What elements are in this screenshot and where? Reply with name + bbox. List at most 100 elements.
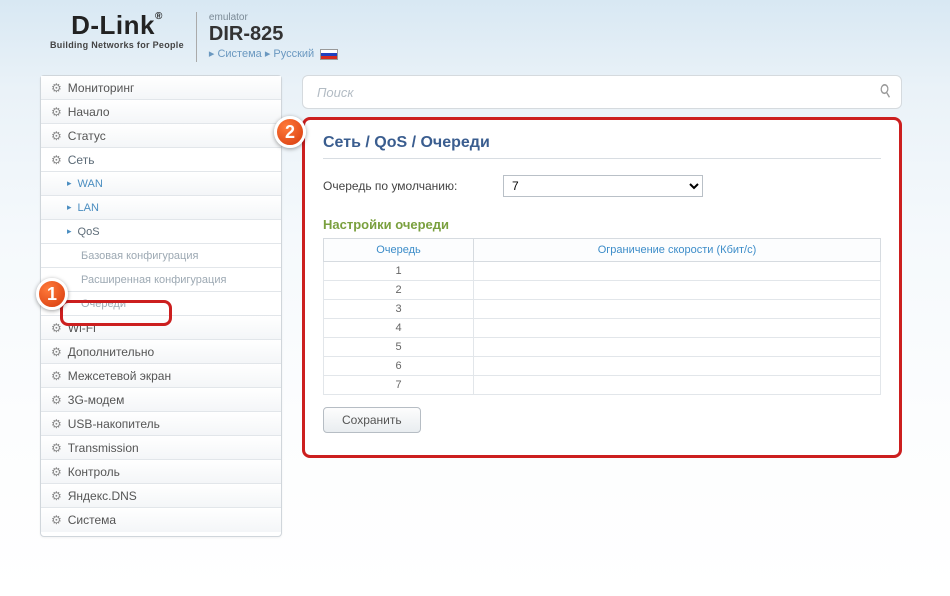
section-title: Настройки очереди [323, 217, 881, 232]
gear-icon: ⚙ [51, 417, 62, 431]
crumb-system[interactable]: Система [217, 48, 261, 60]
sidebar-item-система[interactable]: ⚙ Система [41, 508, 281, 532]
sidebar-item-label: Transmission [68, 441, 139, 455]
gear-icon: ⚙ [51, 513, 62, 527]
gear-icon: ⚙ [51, 489, 62, 503]
sidebar-item-label: Расширенная конфигурация [81, 274, 226, 286]
cell-queue: 4 [324, 319, 474, 338]
chevron-right-icon: ▸ [67, 226, 72, 237]
flag-russia-icon [320, 49, 338, 60]
header: D-Link® Building Networks for People emu… [0, 0, 950, 75]
sidebar-item-мониторинг[interactable]: ⚙ Мониторинг [41, 76, 281, 100]
cell-limit [474, 262, 881, 281]
sidebar-item-label: WAN [78, 178, 103, 190]
sidebar-item-qos[interactable]: ▸ QoS [41, 220, 281, 244]
gear-icon: ⚙ [51, 441, 62, 455]
col-limit: Ограничение скорости (Кбит/с) [474, 239, 881, 262]
sidebar-item-label: Система [68, 513, 116, 527]
sidebar-item-wi-fi[interactable]: ⚙ Wi-Fi [41, 316, 281, 340]
header-crumbs: ▸Система ▸Русский [209, 47, 338, 60]
sidebar-item-очереди[interactable]: Очереди [41, 292, 281, 316]
sidebar-item-transmission[interactable]: ⚙ Transmission [41, 436, 281, 460]
default-queue-label: Очередь по умолчанию: [323, 179, 503, 193]
logo-main: D-Link® [71, 12, 163, 38]
breadcrumb: Сеть / QoS / Очереди [323, 134, 881, 159]
col-queue: Очередь [324, 239, 474, 262]
gear-icon: ⚙ [51, 345, 62, 359]
sidebar-item-контроль[interactable]: ⚙ Контроль [41, 460, 281, 484]
model-name: DIR-825 [209, 23, 338, 45]
sidebar-item-label: Сеть [68, 153, 95, 167]
cell-limit [474, 281, 881, 300]
search-input[interactable]: Поиск ⚲ [302, 75, 902, 109]
sidebar-item-label: USB-накопитель [68, 417, 160, 431]
gear-icon: ⚙ [51, 105, 62, 119]
cell-limit [474, 300, 881, 319]
cell-queue: 5 [324, 338, 474, 357]
crumb-language[interactable]: Русский [273, 48, 314, 60]
chevron-right-icon: ▸ [67, 178, 72, 189]
annotation-badge-2: 2 [274, 116, 306, 148]
logo-tagline: Building Networks for People [50, 40, 184, 50]
queue-table: Очередь Ограничение скорости (Кбит/с) 12… [323, 238, 881, 395]
table-row[interactable]: 7 [324, 376, 881, 395]
sidebar-item-базовая-конфигурация[interactable]: Базовая конфигурация [41, 244, 281, 268]
search-icon: ⚲ [874, 81, 896, 103]
sidebar: ⚙Мониторинг⚙Начало⚙Статус⚙Сеть▸WAN▸LAN▸Q… [40, 75, 282, 537]
cell-queue: 6 [324, 357, 474, 376]
sidebar-item-расширенная-конфигурация[interactable]: Расширенная конфигурация [41, 268, 281, 292]
sidebar-item-3g-модем[interactable]: ⚙ 3G-модем [41, 388, 281, 412]
sidebar-item-статус[interactable]: ⚙Статус [41, 124, 281, 148]
table-row[interactable]: 5 [324, 338, 881, 357]
table-row[interactable]: 4 [324, 319, 881, 338]
sidebar-item-label: Контроль [68, 465, 120, 479]
table-row[interactable]: 1 [324, 262, 881, 281]
chevron-right-icon: ▸ [265, 48, 271, 60]
sidebar-item-label: 3G-модем [68, 393, 125, 407]
sidebar-item-label: LAN [78, 202, 99, 214]
default-queue-select[interactable]: 7 [503, 175, 703, 197]
sidebar-item-сеть[interactable]: ⚙ Сеть [41, 148, 281, 172]
annotation-badge-1: 1 [36, 278, 68, 310]
sidebar-item-wan[interactable]: ▸ WAN [41, 172, 281, 196]
gear-icon: ⚙ [51, 153, 62, 167]
sidebar-item-usb-накопитель[interactable]: ⚙ USB-накопитель [41, 412, 281, 436]
sidebar-item-дополнительно[interactable]: ⚙ Дополнительно [41, 340, 281, 364]
sidebar-item-межсетевой-экран[interactable]: ⚙ Межсетевой экран [41, 364, 281, 388]
save-button[interactable]: Сохранить [323, 407, 421, 433]
cell-limit [474, 319, 881, 338]
sidebar-item-label: Яндекс.DNS [68, 489, 137, 503]
cell-limit [474, 376, 881, 395]
gear-icon: ⚙ [51, 81, 62, 95]
sidebar-item-label: Мониторинг [68, 81, 135, 95]
gear-icon: ⚙ [51, 393, 62, 407]
sidebar-item-начало[interactable]: ⚙Начало [41, 100, 281, 124]
gear-icon: ⚙ [51, 129, 62, 143]
gear-icon: ⚙ [51, 369, 62, 383]
content-panel: Сеть / QoS / Очереди Очередь по умолчани… [302, 117, 902, 458]
table-row[interactable]: 2 [324, 281, 881, 300]
sidebar-item-label: Wi-Fi [68, 321, 96, 335]
sidebar-item-label: Межсетевой экран [68, 369, 171, 383]
cell-limit [474, 338, 881, 357]
gear-icon: ⚙ [51, 465, 62, 479]
sidebar-item-lan[interactable]: ▸ LAN [41, 196, 281, 220]
cell-queue: 2 [324, 281, 474, 300]
sidebar-item-label: Очереди [81, 298, 126, 310]
sidebar-item-label: QoS [78, 226, 100, 238]
table-row[interactable]: 6 [324, 357, 881, 376]
emulator-label: emulator [209, 12, 338, 23]
cell-queue: 1 [324, 262, 474, 281]
default-queue-row: Очередь по умолчанию: 7 [323, 175, 881, 197]
chevron-right-icon: ▸ [67, 202, 72, 213]
main-area: Поиск ⚲ Сеть / QoS / Очереди Очередь по … [302, 75, 902, 458]
cell-queue: 3 [324, 300, 474, 319]
table-row[interactable]: 3 [324, 300, 881, 319]
cell-limit [474, 357, 881, 376]
cell-queue: 7 [324, 376, 474, 395]
gear-icon: ⚙ [51, 321, 62, 335]
sidebar-item-label: Базовая конфигурация [81, 250, 198, 262]
sidebar-item-label: Дополнительно [68, 345, 154, 359]
sidebar-item-яндекс-dns[interactable]: ⚙ Яндекс.DNS [41, 484, 281, 508]
logo-block: D-Link® Building Networks for People [50, 12, 197, 62]
